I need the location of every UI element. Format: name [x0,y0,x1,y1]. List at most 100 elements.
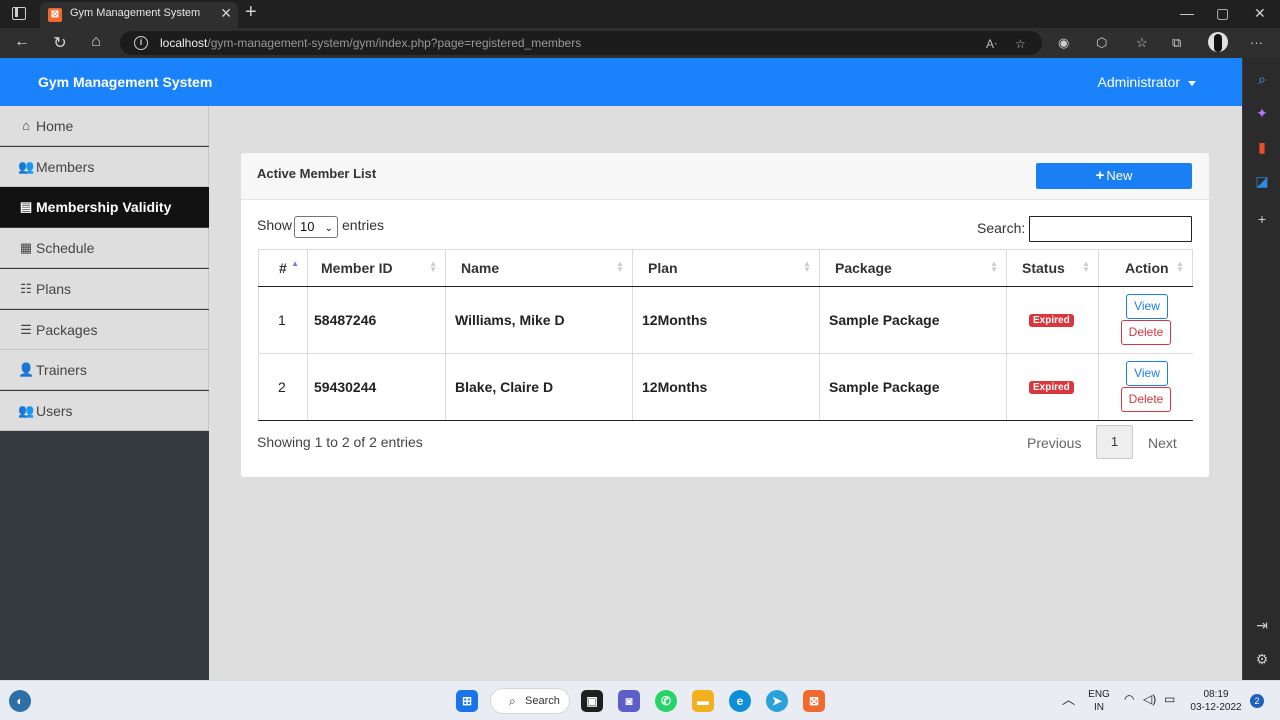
sidebar-item-label: Schedule [36,240,95,257]
view-button[interactable]: View [1126,294,1168,319]
tab-title: Gym Management System [70,7,201,19]
sort-icon: ▲ ▼ [803,259,811,274]
chevron-down-icon: ⌄ [324,223,333,234]
delete-button[interactable]: Delete [1121,320,1171,345]
sort-icon: ▲ ▼ [616,259,624,274]
column-header-plan[interactable]: Plan ▲ ▼ [633,249,820,287]
back-icon[interactable]: ← [12,33,32,51]
sort-icon: ▲ ▼ [429,259,437,274]
new-member-button[interactable]: + New [1036,163,1192,189]
address-bar-row: ← ↻ ⌂ i localhost/gym-management-system/… [0,28,1280,58]
more-options-icon[interactable]: ··· [1250,35,1263,50]
sidebar-item-home[interactable]: ⌂ Home [0,106,209,146]
cell-value: Blake, Claire D [455,379,554,395]
top-navbar: Gym Management System Administrator [0,58,1242,106]
xampp-icon[interactable]: ⊠ [803,690,825,712]
users-icon: 👥 [18,158,35,174]
home-icon: ⌂ [22,118,30,133]
new-tab-button[interactable]: + [245,1,257,24]
add-sidebar-icon[interactable]: + [1253,210,1271,228]
site-info-icon[interactable]: i [134,36,148,50]
outlook-icon[interactable]: ◪ [1253,172,1271,190]
office-icon[interactable]: ▮ [1253,138,1271,156]
favorite-icon[interactable]: ☆ [1015,37,1026,51]
entries-select[interactable]: 10 ⌄ [294,216,338,238]
wifi-icon[interactable]: ◠ [1124,693,1134,706]
battery-icon[interactable]: ▭ [1164,693,1175,706]
app-viewport: Gym Management System Administrator ⌂ Hom… [0,58,1242,680]
url-field[interactable]: i localhost/gym-management-system/gym/in… [120,31,1042,55]
sidebar-item-plans[interactable]: ☷ Plans [0,268,209,309]
sidebar-item-trainers[interactable]: 👤 Trainers [0,350,209,391]
refresh-icon[interactable]: ↻ [50,33,70,53]
notification-badge[interactable]: 2 [1250,694,1264,708]
sidebar-settings-icon[interactable]: ⚙ [1253,650,1271,668]
discover-icon[interactable]: ✦ [1253,104,1271,122]
profile-avatar[interactable] [1208,32,1228,52]
user-menu[interactable]: Administrator [1098,74,1196,90]
sidebar: ⌂ Home 👥 Members ▤ Membership Validity ▦ Schedu… [0,106,209,680]
home-browser-icon[interactable]: ⌂ [86,33,106,51]
next-page-button[interactable]: Next [1148,435,1177,451]
column-header-package[interactable]: Package ▲ ▼ [820,249,1007,287]
view-button[interactable]: View [1126,361,1168,386]
sidebar-item-packages[interactable]: ☰ Packages [0,309,209,350]
caret-down-icon [1188,80,1196,86]
sidebar-item-users[interactable]: 👥 Users [0,390,209,431]
column-header-status[interactable]: Status ▲ ▼ [1007,249,1099,287]
favorites-bar-icon[interactable]: ☆ [1136,35,1148,51]
sidebar-item-label: Packages [36,321,98,338]
volume-icon[interactable]: ◁) [1143,693,1156,706]
file-explorer-icon[interactable]: ▬ [692,690,714,712]
close-window-button[interactable]: ✕ [1254,5,1266,22]
workspaces-icon[interactable] [12,7,26,20]
column-header-number[interactable]: # ▲ [258,249,308,287]
edge-icon[interactable]: e [729,690,751,712]
search-icon: ⌕ [509,694,516,708]
whatsapp-icon[interactable]: ✆ [655,690,677,712]
id-card-icon: ▤ [19,199,33,215]
cell-value: Williams, Mike D [455,312,565,328]
browser-tab[interactable]: ⊠ Gym Management System ✕ [40,2,238,28]
delete-button[interactable]: Delete [1121,387,1171,412]
sidebar-item-schedule[interactable]: ▦ Schedule [0,228,209,269]
sort-icon: ▲ ▼ [990,259,998,274]
chat-icon[interactable]: ◙ [618,690,640,712]
collections-icon[interactable]: ⧉ [1172,35,1181,51]
taskbar-search[interactable]: ⌕ Search [490,688,570,714]
previous-page-button[interactable]: Previous [1027,435,1081,451]
cell-action: View Delete [1099,287,1193,353]
tab-close-icon[interactable]: ✕ [220,5,232,22]
extensions-icon[interactable]: ⬡ [1096,35,1107,51]
task-view-icon[interactable]: ▣ [581,690,603,712]
sidebar-item-membership-validity[interactable]: ▤ Membership Validity [0,187,209,228]
column-header-action[interactable]: Action ▲ ▼ [1099,249,1193,287]
cell-plan: 12Months [633,287,820,353]
cell-plan: 12Months [633,354,820,420]
weather-icon[interactable]: ◐ [9,690,31,712]
brand-title[interactable]: Gym Management System [38,74,212,90]
users-cog-icon: 👥 [18,402,35,418]
column-header-member-id[interactable]: Member ID ▲ ▼ [308,249,446,287]
search-input[interactable] [1029,216,1192,242]
card-title: Active Member List [257,166,377,181]
column-header-name[interactable]: Name ▲ ▼ [446,249,633,287]
cell-num: 2 [258,354,308,420]
hide-sidebar-icon[interactable]: ⇥ [1253,616,1271,634]
sidebar-item-members[interactable]: 👥 Members [0,146,209,187]
read-aloud-icon[interactable]: Aᐧ [986,37,997,51]
calendar-icon: ▦ [19,240,33,256]
cell-value: 2 [278,379,286,395]
clock[interactable]: 08:19 03-12-2022 [1186,688,1246,714]
telegram-icon[interactable]: ➤ [766,690,788,712]
status-badge: Expired [1029,314,1074,327]
page-1-button[interactable]: 1 [1096,425,1133,459]
language-indicator[interactable]: ENG IN [1086,688,1112,714]
start-icon[interactable]: ⊞ [456,690,478,712]
search-sidebar-icon[interactable]: ⌕ [1253,70,1271,88]
extension-icon[interactable]: ◉ [1058,35,1069,51]
minimize-button[interactable]: — [1180,5,1194,21]
tray-chevron-icon[interactable]: ︿ [1062,693,1075,706]
maximize-button[interactable]: ▢ [1216,5,1229,22]
cell-value: 1 [278,312,286,328]
